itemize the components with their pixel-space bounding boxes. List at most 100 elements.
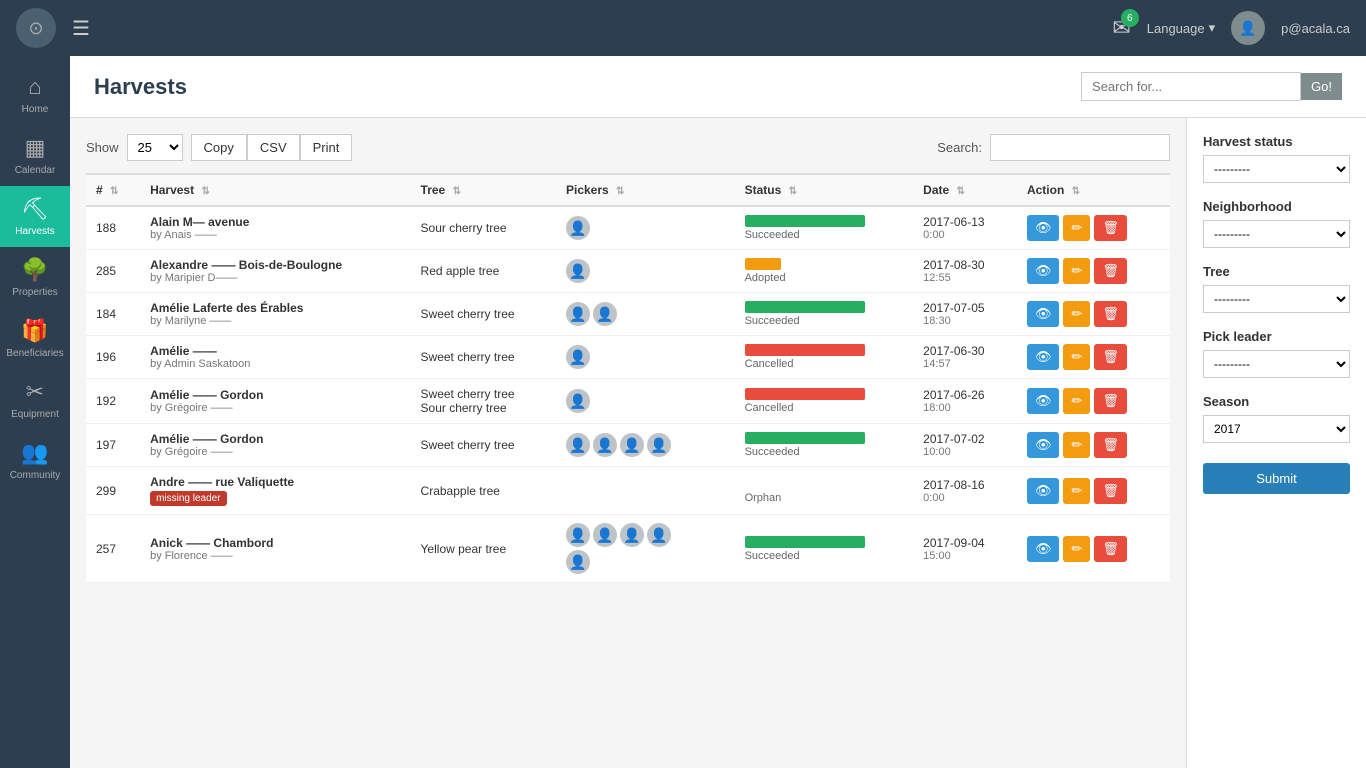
cell-status: Cancelled bbox=[735, 379, 914, 424]
pick-leader-select[interactable]: --------- bbox=[1203, 350, 1350, 378]
top-navigation: ⊙ ☰ ✉ 6 Language ▾ 👤 p@acala.ca bbox=[0, 0, 1366, 56]
edit-button[interactable]: ✏ bbox=[1063, 388, 1090, 414]
tree-select[interactable]: --------- bbox=[1203, 285, 1350, 313]
season-select[interactable]: 2015 2016 2017 2018 bbox=[1203, 415, 1350, 443]
copy-button[interactable]: Copy bbox=[191, 134, 247, 161]
view-button[interactable]: 👁 bbox=[1027, 388, 1060, 414]
edit-button[interactable]: ✏ bbox=[1063, 301, 1090, 327]
view-button[interactable]: 👁 bbox=[1027, 478, 1060, 504]
status-bar bbox=[745, 301, 865, 313]
cell-id: 257 bbox=[86, 515, 140, 583]
cell-id: 192 bbox=[86, 379, 140, 424]
sidebar-item-home[interactable]: ⌂ Home bbox=[0, 64, 70, 125]
sidebar-label-community: Community bbox=[10, 470, 61, 481]
cell-harvest: Amélie —— Gordonby Grégoire —— bbox=[140, 424, 410, 467]
cell-action: 👁 ✏ 🗑 bbox=[1017, 424, 1170, 467]
page-title: Harvests bbox=[94, 74, 187, 100]
filter-sidebar: Harvest status --------- Neighborhood --… bbox=[1186, 118, 1366, 768]
delete-button[interactable]: 🗑 bbox=[1094, 301, 1127, 327]
edit-button[interactable]: ✏ bbox=[1063, 478, 1090, 504]
cell-tree: Crabapple tree bbox=[411, 467, 556, 515]
print-button[interactable]: Print bbox=[300, 134, 353, 161]
edit-button[interactable]: ✏ bbox=[1063, 536, 1090, 562]
time-value: 15:00 bbox=[923, 550, 1007, 562]
neighborhood-select[interactable]: --------- bbox=[1203, 220, 1350, 248]
cell-status: Succeeded bbox=[735, 206, 914, 250]
status-bar bbox=[745, 536, 865, 548]
harvest-status-select[interactable]: --------- bbox=[1203, 155, 1350, 183]
submit-button[interactable]: Submit bbox=[1203, 463, 1350, 494]
delete-button[interactable]: 🗑 bbox=[1094, 388, 1127, 414]
sidebar-item-equipment[interactable]: ✂ Equipment bbox=[0, 369, 70, 430]
table-row: 184Amélie Laferte des Érablesby Marilyne… bbox=[86, 293, 1170, 336]
delete-button[interactable]: 🗑 bbox=[1094, 215, 1127, 241]
user-avatar[interactable]: 👤 bbox=[1231, 11, 1265, 45]
view-button[interactable]: 👁 bbox=[1027, 301, 1060, 327]
mail-icon[interactable]: ✉ 6 bbox=[1112, 15, 1130, 41]
action-buttons: 👁 ✏ 🗑 bbox=[1027, 388, 1160, 414]
view-button[interactable]: 👁 bbox=[1027, 258, 1060, 284]
harvest-by: by Maripier D—— bbox=[150, 272, 400, 284]
status-bar-wrap: Cancelled bbox=[745, 388, 865, 414]
csv-button[interactable]: CSV bbox=[247, 134, 300, 161]
picker-avatar: 👤 bbox=[647, 433, 671, 457]
cell-pickers: 👤 bbox=[556, 336, 735, 379]
status-bar bbox=[745, 432, 865, 444]
cell-date: 2017-06-2618:00 bbox=[913, 379, 1017, 424]
beneficiaries-icon: 🎁 bbox=[21, 318, 48, 344]
action-buttons: 👁 ✏ 🗑 bbox=[1027, 344, 1160, 370]
harvest-name: Amélie —— Gordon bbox=[150, 388, 400, 402]
filter-pick-leader: Pick leader --------- bbox=[1203, 329, 1350, 378]
neighborhood-label: Neighborhood bbox=[1203, 199, 1350, 214]
status-bar-wrap: Succeeded bbox=[745, 432, 865, 458]
edit-button[interactable]: ✏ bbox=[1063, 215, 1090, 241]
sidebar-item-beneficiaries[interactable]: 🎁 Beneficiaries bbox=[0, 308, 70, 369]
equipment-icon: ✂ bbox=[26, 379, 44, 405]
harvests-icon: ⛏ bbox=[21, 196, 49, 222]
picker-avatar: 👤 bbox=[647, 523, 671, 547]
view-button[interactable]: 👁 bbox=[1027, 432, 1060, 458]
hamburger-menu[interactable]: ☰ bbox=[72, 16, 90, 41]
sidebar-item-community[interactable]: 👥 Community bbox=[0, 430, 70, 491]
language-selector[interactable]: Language ▾ bbox=[1147, 20, 1215, 36]
sidebar-item-properties[interactable]: 🌳 Properties bbox=[0, 247, 70, 308]
delete-button[interactable]: 🗑 bbox=[1094, 478, 1127, 504]
date-value: 2017-06-13 bbox=[923, 215, 1007, 229]
header-search-go-button[interactable]: Go! bbox=[1301, 73, 1342, 100]
harvest-by: by Florence —— bbox=[150, 550, 400, 562]
cell-id: 285 bbox=[86, 250, 140, 293]
delete-button[interactable]: 🗑 bbox=[1094, 536, 1127, 562]
cell-status: Orphan bbox=[735, 467, 914, 515]
view-button[interactable]: 👁 bbox=[1027, 536, 1060, 562]
delete-button[interactable]: 🗑 bbox=[1094, 344, 1127, 370]
table-controls: Show 10 25 50 100 Copy CSV Print bbox=[86, 134, 1170, 161]
view-button[interactable]: 👁 bbox=[1027, 215, 1060, 241]
view-button[interactable]: 👁 bbox=[1027, 344, 1060, 370]
status-bar bbox=[745, 215, 865, 227]
harvest-status-label: Harvest status bbox=[1203, 134, 1350, 149]
header-search-wrap: Go! bbox=[1081, 72, 1342, 101]
show-select[interactable]: 10 25 50 100 bbox=[127, 134, 183, 161]
delete-button[interactable]: 🗑 bbox=[1094, 432, 1127, 458]
sidebar-item-harvests[interactable]: ⛏ Harvests bbox=[0, 186, 70, 247]
cell-tree: Sweet cherry tree bbox=[411, 336, 556, 379]
picker-avatar: 👤 bbox=[566, 259, 590, 283]
cell-date: 2017-09-0415:00 bbox=[913, 515, 1017, 583]
filter-season: Season 2015 2016 2017 2018 bbox=[1203, 394, 1350, 443]
cell-pickers: 👤 bbox=[556, 379, 735, 424]
delete-button[interactable]: 🗑 bbox=[1094, 258, 1127, 284]
edit-button[interactable]: ✏ bbox=[1063, 344, 1090, 370]
status-bar-wrap: Succeeded bbox=[745, 536, 865, 562]
edit-button[interactable]: ✏ bbox=[1063, 432, 1090, 458]
pickers-list: 👤👤👤👤👤 bbox=[566, 523, 686, 574]
picker-avatar: 👤 bbox=[593, 523, 617, 547]
time-value: 18:30 bbox=[923, 315, 1007, 327]
pickers-list: 👤 bbox=[566, 216, 686, 240]
status-text: Adopted bbox=[745, 272, 865, 284]
sidebar-item-calendar[interactable]: ▦ Calendar bbox=[0, 125, 70, 186]
col-action: Action ⇅ bbox=[1017, 174, 1170, 206]
edit-button[interactable]: ✏ bbox=[1063, 258, 1090, 284]
cell-harvest: Amélie —— Gordonby Grégoire —— bbox=[140, 379, 410, 424]
table-search-input[interactable] bbox=[990, 134, 1170, 161]
header-search-input[interactable] bbox=[1081, 72, 1301, 101]
